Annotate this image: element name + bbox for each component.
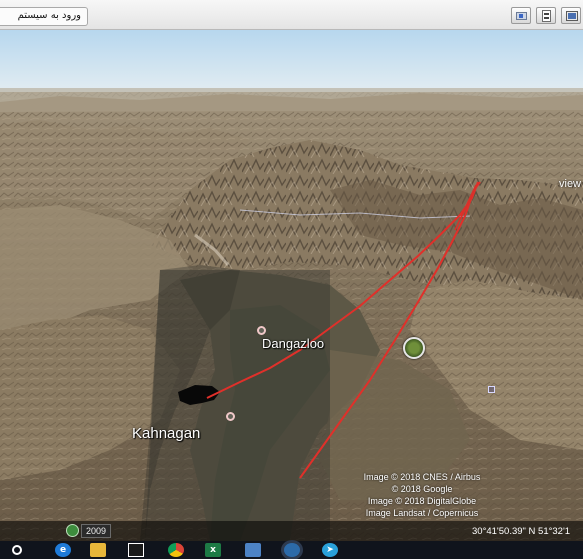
google-earth-icon[interactable] — [284, 543, 300, 557]
place-label-dangazloo[interactable]: Dangazloo — [262, 336, 324, 351]
store-icon[interactable] — [128, 543, 144, 557]
attribution-line: Image Landsat / Copernicus — [365, 508, 479, 518]
imagery-attribution: Image © 2018 CNES / Airbus © 2018 Google… — [352, 471, 492, 519]
attribution-line: Image © 2018 CNES / Airbus — [363, 472, 481, 482]
top-toolbar: ورود به سیستم — [0, 0, 583, 30]
imagery-year: 2009 — [81, 524, 111, 538]
windows-taskbar: e x ➤ — [0, 541, 583, 559]
photo-marker-icon[interactable] — [403, 337, 425, 359]
chrome-icon[interactable] — [168, 543, 184, 557]
place-label-kahnagan[interactable]: Kahnagan — [132, 425, 200, 442]
attribution-line: © 2018 Google — [391, 484, 453, 494]
file-explorer-icon[interactable] — [90, 543, 106, 557]
sign-in-button[interactable]: ورود به سیستم — [0, 7, 88, 26]
view-label[interactable]: view — [559, 178, 581, 190]
image-icon[interactable] — [511, 7, 531, 24]
place-marker[interactable] — [257, 326, 266, 335]
attribution-line: Image © 2018 DigitalGlobe — [367, 496, 477, 506]
small-marker-icon[interactable] — [488, 386, 495, 393]
earth-3d-view[interactable]: Dangazloo Kahnagan view Image © 2018 CNE… — [0, 30, 583, 541]
edge-icon[interactable]: e — [55, 543, 71, 557]
search-icon[interactable] — [12, 545, 22, 555]
coordinates-readout: 30°41'50.39" N 51°32'1 — [472, 526, 571, 537]
print-icon[interactable] — [561, 7, 581, 24]
toolbar-icons — [511, 7, 581, 24]
app-icon[interactable] — [245, 543, 261, 557]
place-marker[interactable] — [226, 412, 235, 421]
telegram-icon[interactable]: ➤ — [322, 543, 338, 557]
historical-imagery-icon[interactable] — [66, 524, 79, 537]
status-bar: 2009 30°41'50.39" N 51°32'1 — [0, 521, 583, 541]
excel-icon[interactable]: x — [205, 543, 221, 557]
terrain-render — [0, 30, 583, 541]
save-icon[interactable] — [536, 7, 556, 24]
